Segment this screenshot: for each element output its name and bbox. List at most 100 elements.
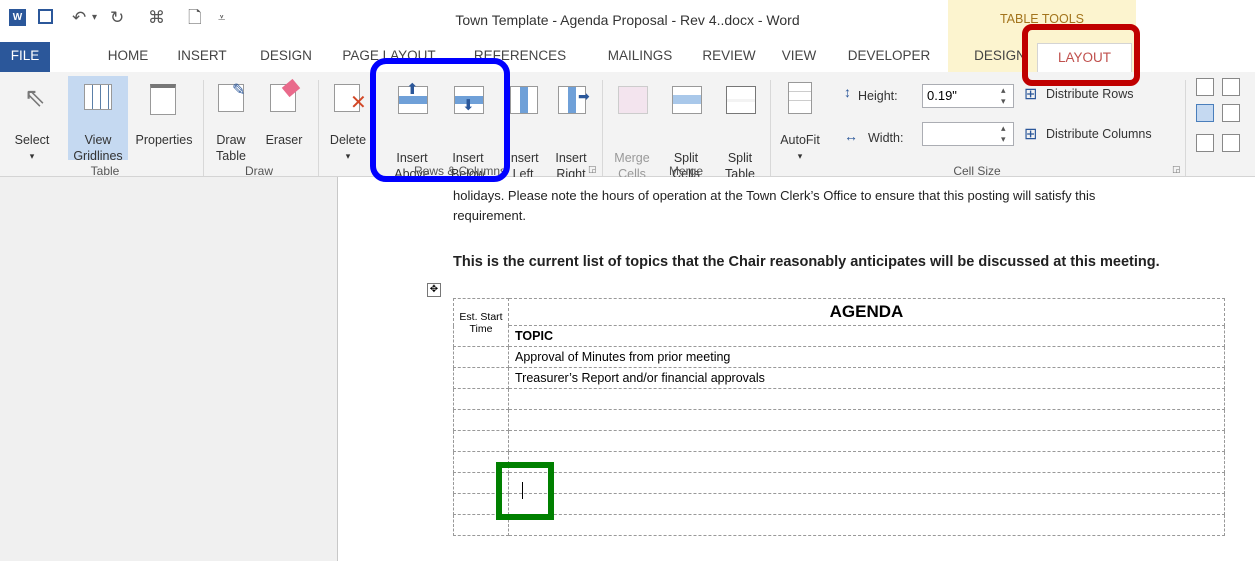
cell-size-dialog-launcher-icon[interactable]: ◲ <box>1172 164 1181 175</box>
group-separator <box>318 80 319 176</box>
table-row <box>453 472 1225 494</box>
cursor-arrow-icon: ⇖ <box>24 82 46 112</box>
tab-design[interactable]: DESIGN <box>254 42 318 72</box>
cursor-cell-highlight <box>496 462 554 520</box>
autofit-icon <box>788 82 812 114</box>
width-input[interactable]: ▴ ▾ <box>922 122 1014 146</box>
table-row <box>453 409 1225 431</box>
height-input-value: 0.19" <box>927 88 957 103</box>
time-cell[interactable] <box>453 409 509 431</box>
time-cell[interactable] <box>453 367 509 389</box>
height-input[interactable]: 0.19" ▴ ▾ <box>922 84 1014 108</box>
insert-left-icon <box>510 86 538 114</box>
layout-tab-highlight <box>1022 24 1140 86</box>
group-separator <box>602 80 603 176</box>
autofit-label: AutoFit <box>780 133 820 147</box>
table-row <box>453 451 1225 473</box>
topic-cell[interactable] <box>508 514 1225 536</box>
properties-label: Properties <box>135 133 193 147</box>
delete-label: Delete <box>329 133 367 147</box>
tab-review[interactable]: REVIEW <box>696 42 762 72</box>
select-button[interactable]: ⇖ Select ▾ <box>10 78 54 161</box>
tab-developer[interactable]: DEVELOPER <box>842 42 936 72</box>
table-row <box>453 388 1225 410</box>
draw-table-button[interactable]: ✎ Draw Table <box>208 78 254 163</box>
width-label: Width: <box>868 131 904 145</box>
merge-group-label: Merge <box>668 164 703 178</box>
align-top-center-icon[interactable] <box>1222 78 1240 96</box>
height-label: Height: <box>858 89 898 103</box>
tab-mailings[interactable]: MAILINGS <box>600 42 680 72</box>
time-cell[interactable] <box>453 346 509 368</box>
topic-cell[interactable] <box>508 430 1225 452</box>
merge-cells-button[interactable]: Merge Cells <box>606 78 658 181</box>
tab-insert[interactable]: INSERT <box>172 42 232 72</box>
table-grid-icon <box>84 84 112 110</box>
column-width-icon: ↔ <box>844 128 858 144</box>
distribute-columns-label: Distribute Columns <box>1046 127 1152 141</box>
align-middle-left-icon[interactable] <box>1196 104 1214 122</box>
split-cells-icon <box>672 86 702 114</box>
view-gridlines-button[interactable]: View Gridlines <box>68 76 128 163</box>
topic-cell[interactable] <box>508 388 1225 410</box>
align-bottom-left-icon[interactable] <box>1196 134 1214 152</box>
table-row <box>453 493 1225 515</box>
topic-cell[interactable] <box>508 493 1225 515</box>
cell-size-group-label: Cell Size <box>953 164 1001 178</box>
view-gridlines-label-1: View <box>84 133 112 147</box>
topic-cell[interactable] <box>508 451 1225 473</box>
delete-button[interactable]: ✕ Delete ▾ <box>324 78 372 161</box>
table-row <box>453 514 1225 536</box>
group-separator <box>203 80 204 176</box>
topic-header-cell[interactable]: TOPIC <box>508 325 1225 347</box>
select-label: Select <box>14 133 50 147</box>
properties-button[interactable]: Properties <box>130 78 198 160</box>
tab-view[interactable]: VIEW <box>774 42 824 72</box>
time-cell[interactable] <box>453 430 509 452</box>
tab-home[interactable]: HOME <box>98 42 158 72</box>
height-spinner-icon[interactable]: ▴ ▾ <box>1001 85 1006 107</box>
agenda-title-cell[interactable]: AGENDA <box>508 298 1225 326</box>
split-table-button[interactable]: Split Table <box>714 78 766 181</box>
distribute-rows-button[interactable]: ⊞ Distribute Rows <box>1024 84 1154 106</box>
chevron-down-icon: ▾ <box>345 151 351 161</box>
align-middle-center-icon[interactable] <box>1222 104 1240 122</box>
distribute-columns-button[interactable]: ⊞ Distribute Columns <box>1024 124 1174 146</box>
topic-cell[interactable]: Approval of Minutes from prior meeting <box>508 346 1225 368</box>
topic-cell[interactable] <box>508 472 1225 494</box>
align-top-left-icon[interactable] <box>1196 78 1214 96</box>
est-start-time-header[interactable]: Est. Start Time <box>453 298 509 347</box>
time-cell[interactable] <box>453 388 509 410</box>
topic-cell[interactable]: Treasurer’s Report and/or financial appr… <box>508 367 1225 389</box>
eraser-label: Eraser <box>265 133 303 147</box>
width-spinner-icon[interactable]: ▴ ▾ <box>1001 123 1006 145</box>
group-separator <box>770 80 771 176</box>
autofit-button[interactable]: AutoFit ▾ <box>774 78 826 161</box>
align-bottom-center-icon[interactable] <box>1222 134 1240 152</box>
chevron-down-icon: ▾ <box>797 151 803 161</box>
split-cells-button[interactable]: Split Cells <box>660 78 712 181</box>
navigation-pane <box>0 177 338 561</box>
rows-columns-dialog-launcher-icon[interactable]: ◲ <box>588 164 597 175</box>
tab-file[interactable]: FILE <box>0 42 50 72</box>
arrow-right-icon: ➡ <box>578 88 590 104</box>
delete-x-icon: ✕ <box>350 92 367 114</box>
distribute-columns-icon: ⊞ <box>1024 126 1038 143</box>
distribute-rows-icon: ⊞ <box>1024 86 1038 103</box>
distribute-rows-label: Distribute Rows <box>1046 87 1134 101</box>
view-gridlines-label-2: Gridlines <box>73 149 123 163</box>
agenda-table: Est. Start Time AGENDA TOPIC Approval of… <box>453 298 1225 536</box>
pencil-icon: ✎ <box>232 82 246 99</box>
paragraph-line-2: requirement. <box>453 208 526 223</box>
merge-cells-icon <box>618 86 648 114</box>
draw-table-label-1: Draw <box>216 133 246 147</box>
insert-right-button[interactable]: ➡ Insert Right <box>548 78 594 181</box>
split-table-icon <box>726 86 756 114</box>
table-move-handle-icon[interactable]: ✥ <box>427 283 441 297</box>
topic-cell[interactable] <box>508 409 1225 431</box>
chevron-down-icon: ▾ <box>29 151 35 161</box>
eraser-button[interactable]: Eraser <box>256 78 312 160</box>
draw-table-label-2: Table <box>216 149 246 163</box>
topics-heading: This is the current list of topics that … <box>453 254 1160 270</box>
table-group-label: Table <box>90 164 120 178</box>
